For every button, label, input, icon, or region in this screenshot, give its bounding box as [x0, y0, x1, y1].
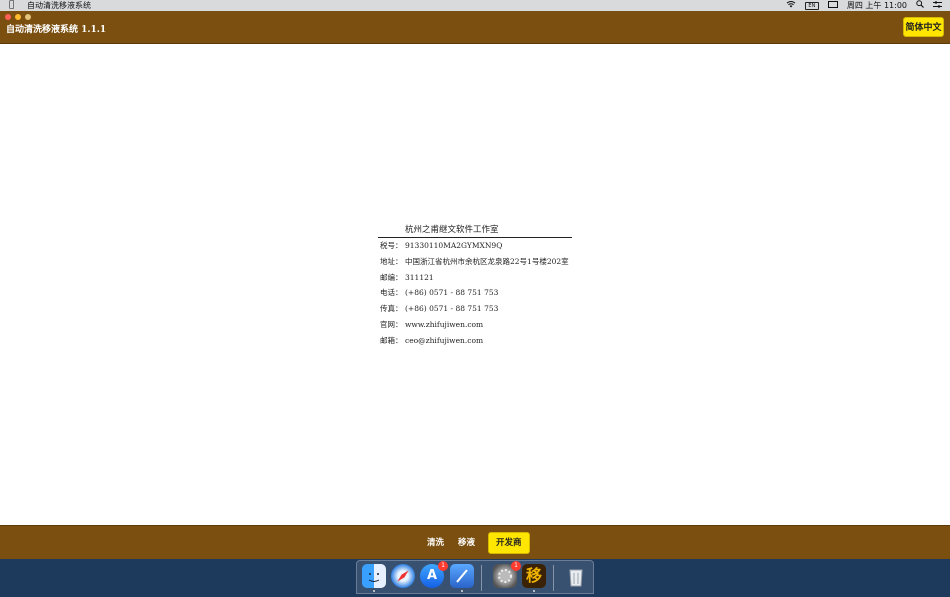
- bottom-tab-bar: 清洗 移液 开发商: [0, 525, 950, 559]
- info-label: 邮编：: [380, 272, 403, 282]
- safari-icon[interactable]: [391, 564, 415, 588]
- notification-badge: 1: [511, 561, 521, 571]
- dock-separator: [553, 565, 554, 591]
- menu-app-name[interactable]: 自动清洗移液系统: [27, 0, 91, 11]
- running-indicator: [533, 590, 535, 592]
- info-label: 官网：: [380, 319, 403, 329]
- info-row-email: 邮箱： ceo@zhifujiwen.com: [378, 333, 572, 349]
- menu-bar:  自动清洗移液系统 EN 周四 上午 11:00: [0, 0, 950, 11]
- info-row-postcode: 邮编： 311121: [378, 270, 572, 286]
- info-label: 电话：: [380, 288, 403, 298]
- trash-icon[interactable]: [564, 564, 588, 588]
- apple-icon[interactable]: : [9, 0, 14, 11]
- finder-icon[interactable]: [362, 564, 386, 592]
- system-preferences-icon[interactable]: 1: [493, 561, 521, 588]
- info-value[interactable]: www.zhifujiwen.com: [405, 317, 483, 333]
- control-center-icon[interactable]: [933, 0, 942, 11]
- language-button[interactable]: 简体中文: [903, 17, 944, 37]
- window-controls: [5, 14, 31, 20]
- clock[interactable]: 周四 上午 11:00: [847, 0, 907, 11]
- info-row-fax: 传真： (+86) 0571 - 88 751 753: [378, 301, 572, 317]
- developer-page: 杭州之甫继文软件工作室 税号： 91330110MA2GYMXN9Q 地址： 中…: [0, 44, 950, 525]
- info-value: 中国浙江省杭州市余杭区龙泉路22号1号楼202室: [405, 256, 569, 266]
- input-method-icon[interactable]: EN: [804, 1, 819, 10]
- title-bar: 自动清洗移液系统 1.1.1 简体中文: [0, 11, 950, 44]
- spotlight-search-icon[interactable]: [916, 0, 924, 11]
- wifi-icon[interactable]: [786, 0, 796, 11]
- minimize-window-button[interactable]: [15, 14, 21, 20]
- info-row-phone: 电话： (+86) 0571 - 88 751 753: [378, 285, 572, 301]
- info-row-tax-id: 税号： 91330110MA2GYMXN9Q: [378, 238, 572, 254]
- info-label: 地址：: [380, 256, 403, 266]
- company-name: 杭州之甫继文软件工作室: [378, 224, 572, 238]
- running-indicator: [373, 590, 375, 592]
- tab-clean[interactable]: 清洗: [420, 533, 451, 553]
- company-info: 杭州之甫继文软件工作室 税号： 91330110MA2GYMXN9Q 地址： 中…: [378, 224, 572, 349]
- tab-pipette[interactable]: 移液: [451, 533, 482, 553]
- zoom-window-button[interactable]: [25, 14, 31, 20]
- info-value: (+86) 0571 - 88 751 753: [405, 304, 499, 314]
- info-value: (+86) 0571 - 88 751 753: [405, 288, 499, 298]
- info-label: 邮箱：: [380, 335, 403, 345]
- close-window-button[interactable]: [5, 14, 11, 20]
- app-window: 自动清洗移液系统 1.1.1 简体中文 杭州之甫继文软件工作室 税号： 9133…: [0, 11, 950, 559]
- window-title: 自动清洗移液系统 1.1.1: [6, 25, 107, 35]
- tab-group: 清洗 移液 开发商: [420, 532, 530, 554]
- running-indicator: [461, 590, 463, 592]
- display-icon[interactable]: [827, 0, 838, 11]
- xcode-icon[interactable]: [450, 564, 474, 592]
- notification-badge: 1: [438, 561, 448, 571]
- tab-developer[interactable]: 开发商: [488, 532, 530, 554]
- info-row-address: 地址： 中国浙江省杭州市余杭区龙泉路22号1号楼202室: [378, 254, 572, 270]
- status-area: EN 周四 上午 11:00: [786, 0, 942, 11]
- info-label: 税号：: [380, 241, 403, 250]
- app-icon-glyph: 移: [525, 566, 542, 585]
- info-row-website: 官网： www.zhifujiwen.com: [378, 317, 572, 333]
- app-store-icon[interactable]: A 1: [420, 561, 448, 588]
- dock-separator: [481, 565, 482, 591]
- info-value[interactable]: ceo@zhifujiwen.com: [405, 333, 483, 349]
- info-value: 311121: [405, 272, 434, 282]
- dock: A 1 1 移: [356, 560, 594, 594]
- info-value: 91330110MA2GYMXN9Q: [405, 241, 503, 250]
- info-label: 传真：: [380, 304, 403, 314]
- app-icon[interactable]: 移: [522, 564, 546, 592]
